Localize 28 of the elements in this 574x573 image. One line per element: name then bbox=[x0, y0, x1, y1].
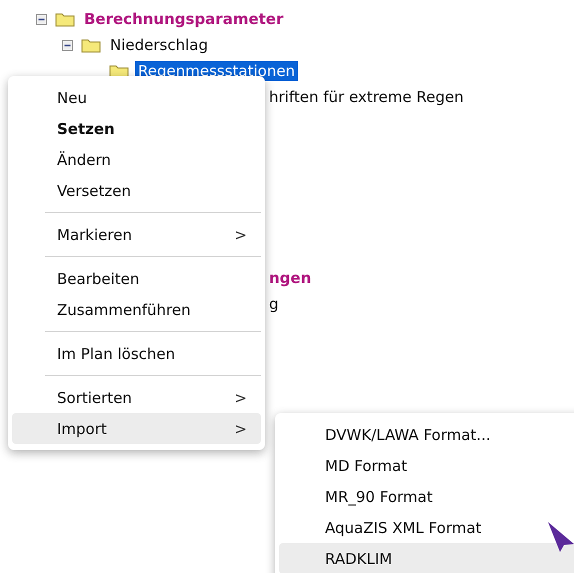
folder-icon bbox=[55, 11, 75, 27]
menu-item[interactable]: MR_90 Format bbox=[279, 481, 574, 512]
chevron-icon: > bbox=[234, 226, 247, 244]
collapse-icon[interactable] bbox=[62, 40, 73, 50]
folder-icon bbox=[81, 37, 101, 53]
menu-item[interactable]: Setzen bbox=[12, 113, 261, 144]
tree-item[interactable]: ngen bbox=[266, 268, 314, 288]
menu-item[interactable]: Neu bbox=[12, 82, 261, 113]
pointer-icon bbox=[548, 522, 574, 552]
menu-item[interactable]: Bearbeiten bbox=[12, 263, 261, 294]
menu-item[interactable]: Versetzen bbox=[12, 175, 261, 206]
tree-item[interactable]: Niederschlag bbox=[107, 35, 211, 55]
menu-item[interactable]: Markieren > bbox=[12, 219, 261, 250]
menu-item[interactable]: DVWK/LAWA Format... bbox=[279, 419, 574, 450]
menu-item[interactable]: Sortierten > bbox=[12, 382, 261, 413]
menu-item[interactable]: MD Format bbox=[279, 450, 574, 481]
tree-item[interactable]: Berechnungsparameter bbox=[81, 9, 286, 29]
tree-item[interactable]: hriften für extreme Regen bbox=[266, 87, 467, 107]
chevron-icon: > bbox=[234, 420, 247, 438]
collapse-icon[interactable] bbox=[36, 14, 47, 24]
menu-item[interactable]: Zusammenführen bbox=[12, 294, 261, 325]
menu-item[interactable]: AquaZIS XML Format bbox=[279, 512, 574, 543]
menu-item[interactable]: Import > bbox=[12, 413, 261, 444]
menu-item[interactable]: Ändern bbox=[12, 144, 261, 175]
menu-item[interactable]: Im Plan löschen bbox=[12, 338, 261, 369]
chevron-icon: > bbox=[234, 388, 247, 406]
tree-item[interactable]: g bbox=[266, 294, 282, 314]
menu-item[interactable]: RADKLIM bbox=[279, 543, 574, 573]
